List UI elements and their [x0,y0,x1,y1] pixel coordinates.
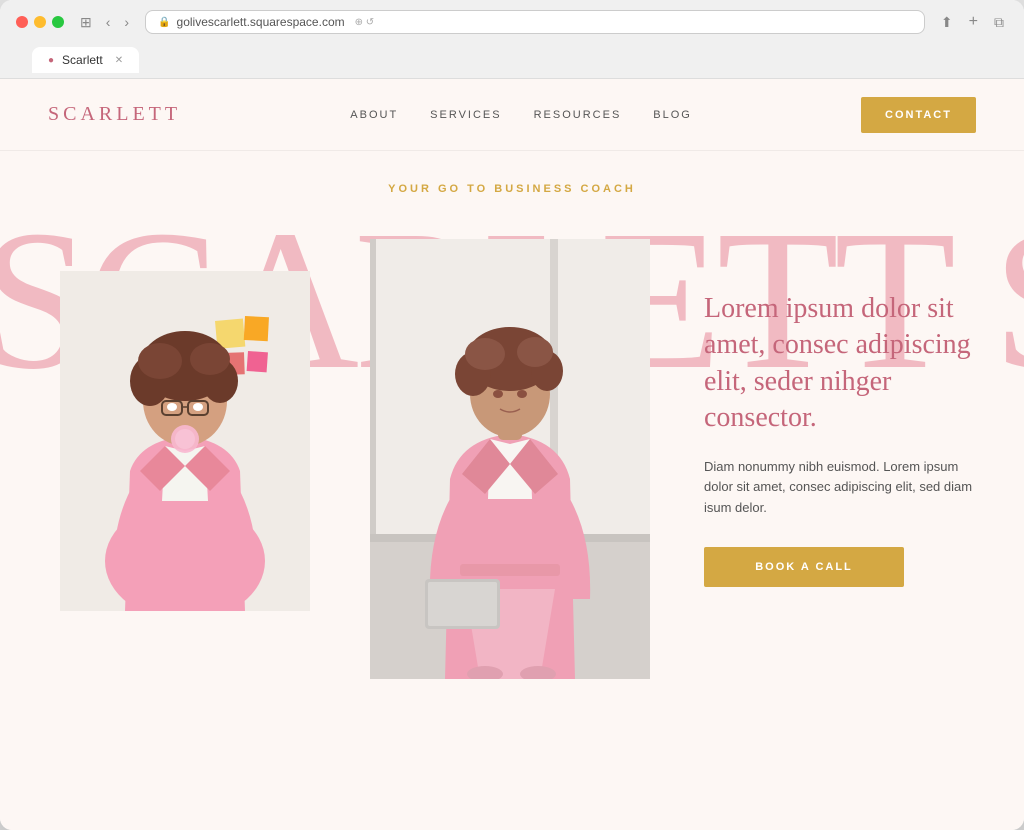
tab-title: Scarlett [62,53,103,67]
photo-left-image [60,271,310,611]
back-button[interactable]: ‹ [102,12,115,32]
navigation: SCARLETT ABOUT SERVICES RESOURCES BLOG C… [0,79,1024,151]
share-button[interactable]: ⬆ [937,12,957,33]
tab-bar: ● Scarlett ✕ [16,42,1008,78]
photo-right-image [370,239,650,679]
photo-left [60,271,310,611]
reader-icon[interactable]: ⊕ ↺ [355,17,375,28]
nav-blog[interactable]: BLOG [653,109,692,121]
content-body: Diam nonummy nibh euismod. Lorem ipsum d… [704,457,984,519]
lock-icon: 🔒 [158,17,170,28]
content-headline: Lorem ipsum dolor sit amet, consec adipi… [704,291,984,437]
new-tab-button[interactable]: + [965,11,982,33]
tab-close-icon[interactable]: ✕ [115,55,123,66]
nav-about[interactable]: ABOUT [350,109,398,121]
site-logo[interactable]: SCARLETT [48,103,181,126]
nav-resources[interactable]: RESOURCES [534,109,622,121]
website-content: SCARLETT ABOUT SERVICES RESOURCES BLOG C… [0,79,1024,830]
nav-services[interactable]: SERVICES [430,109,501,121]
tabs-button[interactable]: ⧉ [990,12,1008,33]
sidebar-toggle-button[interactable]: ⊞ [76,12,96,33]
content-area: Lorem ipsum dolor sit amet, consec adipi… [704,291,984,587]
browser-top-bar: ⊞ ‹ › 🔒 golivescarlett.squarespace.com ⊕… [16,10,1008,34]
maximize-button[interactable] [52,16,64,28]
address-bar[interactable]: 🔒 golivescarlett.squarespace.com ⊕ ↺ [145,10,925,34]
nav-links: ABOUT SERVICES RESOURCES BLOG [350,109,692,121]
forward-button[interactable]: › [120,12,133,32]
close-button[interactable] [16,16,28,28]
browser-chrome: ⊞ ‹ › 🔒 golivescarlett.squarespace.com ⊕… [0,0,1024,79]
hero-subtitle: YOUR GO TO BUSINESS COACH [388,183,636,195]
browser-controls: ⊞ ‹ › [76,12,133,33]
book-call-button[interactable]: BOOK A CALL [704,547,904,587]
url-text: golivescarlett.squarespace.com [177,15,345,29]
traffic-lights [16,16,64,28]
browser-window: ⊞ ‹ › 🔒 golivescarlett.squarespace.com ⊕… [0,0,1024,830]
photo-right [370,239,650,679]
tab-favicon: ● [48,55,54,66]
browser-actions: ⬆ + ⧉ [937,11,1008,33]
hero-section: YOUR GO TO BUSINESS COACH SCARLETT SCARL… [0,151,1024,830]
active-tab[interactable]: ● Scarlett ✕ [32,47,139,73]
minimize-button[interactable] [34,16,46,28]
contact-button[interactable]: CONTACT [861,97,976,133]
